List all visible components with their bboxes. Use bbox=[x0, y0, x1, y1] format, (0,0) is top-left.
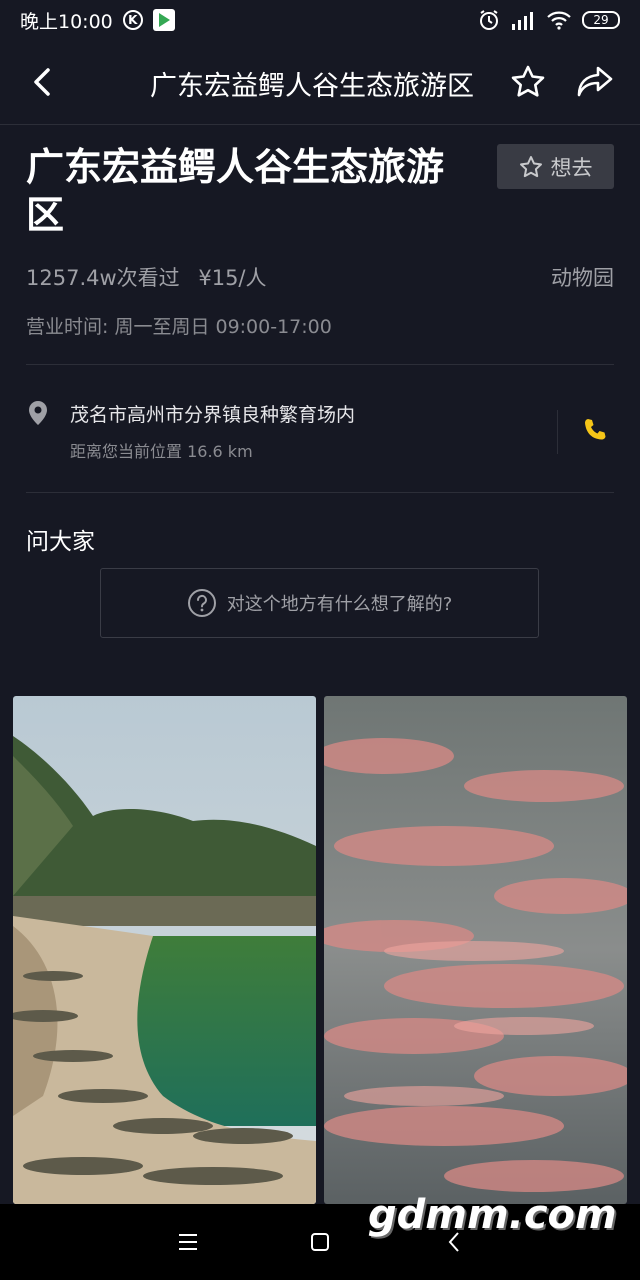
view-count: 1257.4w次看过 bbox=[26, 266, 180, 290]
opening-hours: 营业时间: 周一至周日 09:00-17:00 bbox=[26, 316, 332, 338]
top-nav: 广东宏益鳄人谷生态旅游区 bbox=[0, 40, 640, 125]
battery-indicator: 29 bbox=[582, 11, 620, 29]
watermark: gdmm.com bbox=[368, 1192, 617, 1238]
place-title: 广东宏益鳄人谷生态旅游区 bbox=[26, 145, 445, 237]
signal-icon bbox=[512, 12, 533, 30]
alarm-icon bbox=[480, 10, 498, 30]
photo-sunset-clouds[interactable] bbox=[324, 696, 627, 1204]
want-label: 想去 bbox=[550, 155, 593, 180]
category-label: 动物园 bbox=[551, 266, 614, 290]
phone-icon[interactable] bbox=[582, 417, 608, 443]
share-icon[interactable] bbox=[576, 64, 614, 100]
photo-crocodile-pond[interactable] bbox=[13, 696, 316, 1204]
status-time: 晚上10:00 bbox=[20, 10, 113, 33]
divider bbox=[26, 364, 614, 365]
menu-icon[interactable] bbox=[177, 1232, 199, 1252]
vertical-separator bbox=[557, 410, 558, 454]
distance: 距离您当前位置 16.6 km bbox=[70, 442, 253, 461]
wifi-icon bbox=[547, 11, 571, 30]
k-app-icon: K bbox=[122, 10, 143, 30]
status-bar: 晚上10:00 K 29 bbox=[0, 0, 640, 40]
star-icon[interactable] bbox=[510, 64, 546, 100]
back-icon[interactable] bbox=[28, 62, 60, 102]
star-icon bbox=[519, 155, 542, 177]
ask-placeholder: 对这个地方有什么想了解的? bbox=[226, 594, 453, 615]
price: ¥15/人 bbox=[198, 266, 267, 290]
home-icon[interactable] bbox=[310, 1232, 330, 1252]
question-icon bbox=[187, 589, 216, 617]
ask-question-input[interactable]: 对这个地方有什么想了解的? bbox=[100, 568, 539, 638]
divider bbox=[26, 492, 614, 493]
play-store-icon bbox=[152, 9, 175, 31]
meta-row: 1257.4w次看过 ¥15/人 动物园 bbox=[26, 262, 614, 292]
location-pin-icon bbox=[29, 401, 47, 425]
address[interactable]: 茂名市高州市分界镇良种繁育场内 bbox=[70, 400, 355, 427]
want-to-go-button[interactable]: 想去 bbox=[497, 144, 614, 189]
nav-title: 广东宏益鳄人谷生态旅游区 bbox=[150, 71, 474, 102]
ask-section-title: 问大家 bbox=[26, 529, 95, 555]
